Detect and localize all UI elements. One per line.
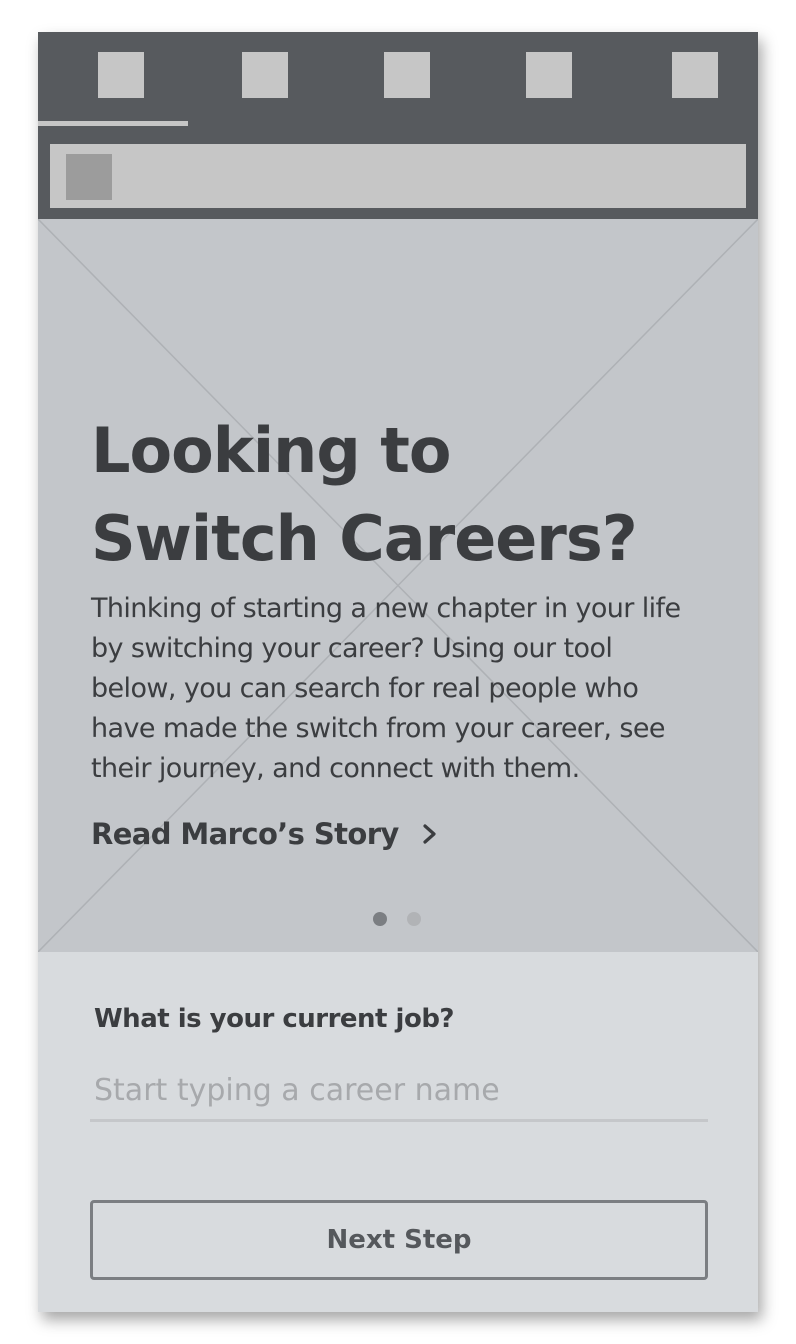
read-story-link[interactable]: Read Marco’s Story <box>91 817 441 851</box>
hero-banner: Looking to Switch Careers? Thinking of s… <box>38 219 758 952</box>
carousel-dot-2[interactable] <box>407 912 421 926</box>
top-navigation-bar <box>38 32 758 219</box>
nav-tab-4-icon[interactable] <box>526 52 572 98</box>
hero-title: Looking to Switch Careers? <box>91 407 711 583</box>
carousel-pagination <box>373 912 421 926</box>
chevron-right-icon <box>423 824 436 844</box>
nav-tab-2-icon[interactable] <box>242 52 288 98</box>
current-job-input[interactable] <box>90 1062 708 1122</box>
carousel-dot-1[interactable] <box>373 912 387 926</box>
search-bar[interactable] <box>50 144 746 208</box>
nav-tab-5-icon[interactable] <box>672 52 718 98</box>
hero-description: Thinking of starting a new chapter in yo… <box>91 593 681 784</box>
search-icon <box>66 154 112 200</box>
read-story-label: Read Marco’s Story <box>91 817 399 851</box>
nav-tab-1-icon[interactable] <box>98 52 144 98</box>
hero-title-line-2: Switch Careers? <box>91 502 638 575</box>
next-step-button[interactable]: Next Step <box>90 1200 708 1280</box>
hero-title-line-1: Looking to <box>91 414 452 487</box>
nav-tab-3-icon[interactable] <box>384 52 430 98</box>
current-job-label: What is your current job? <box>94 1004 455 1034</box>
active-tab-indicator <box>38 121 188 126</box>
phone-frame: Looking to Switch Careers? Thinking of s… <box>38 32 758 1312</box>
